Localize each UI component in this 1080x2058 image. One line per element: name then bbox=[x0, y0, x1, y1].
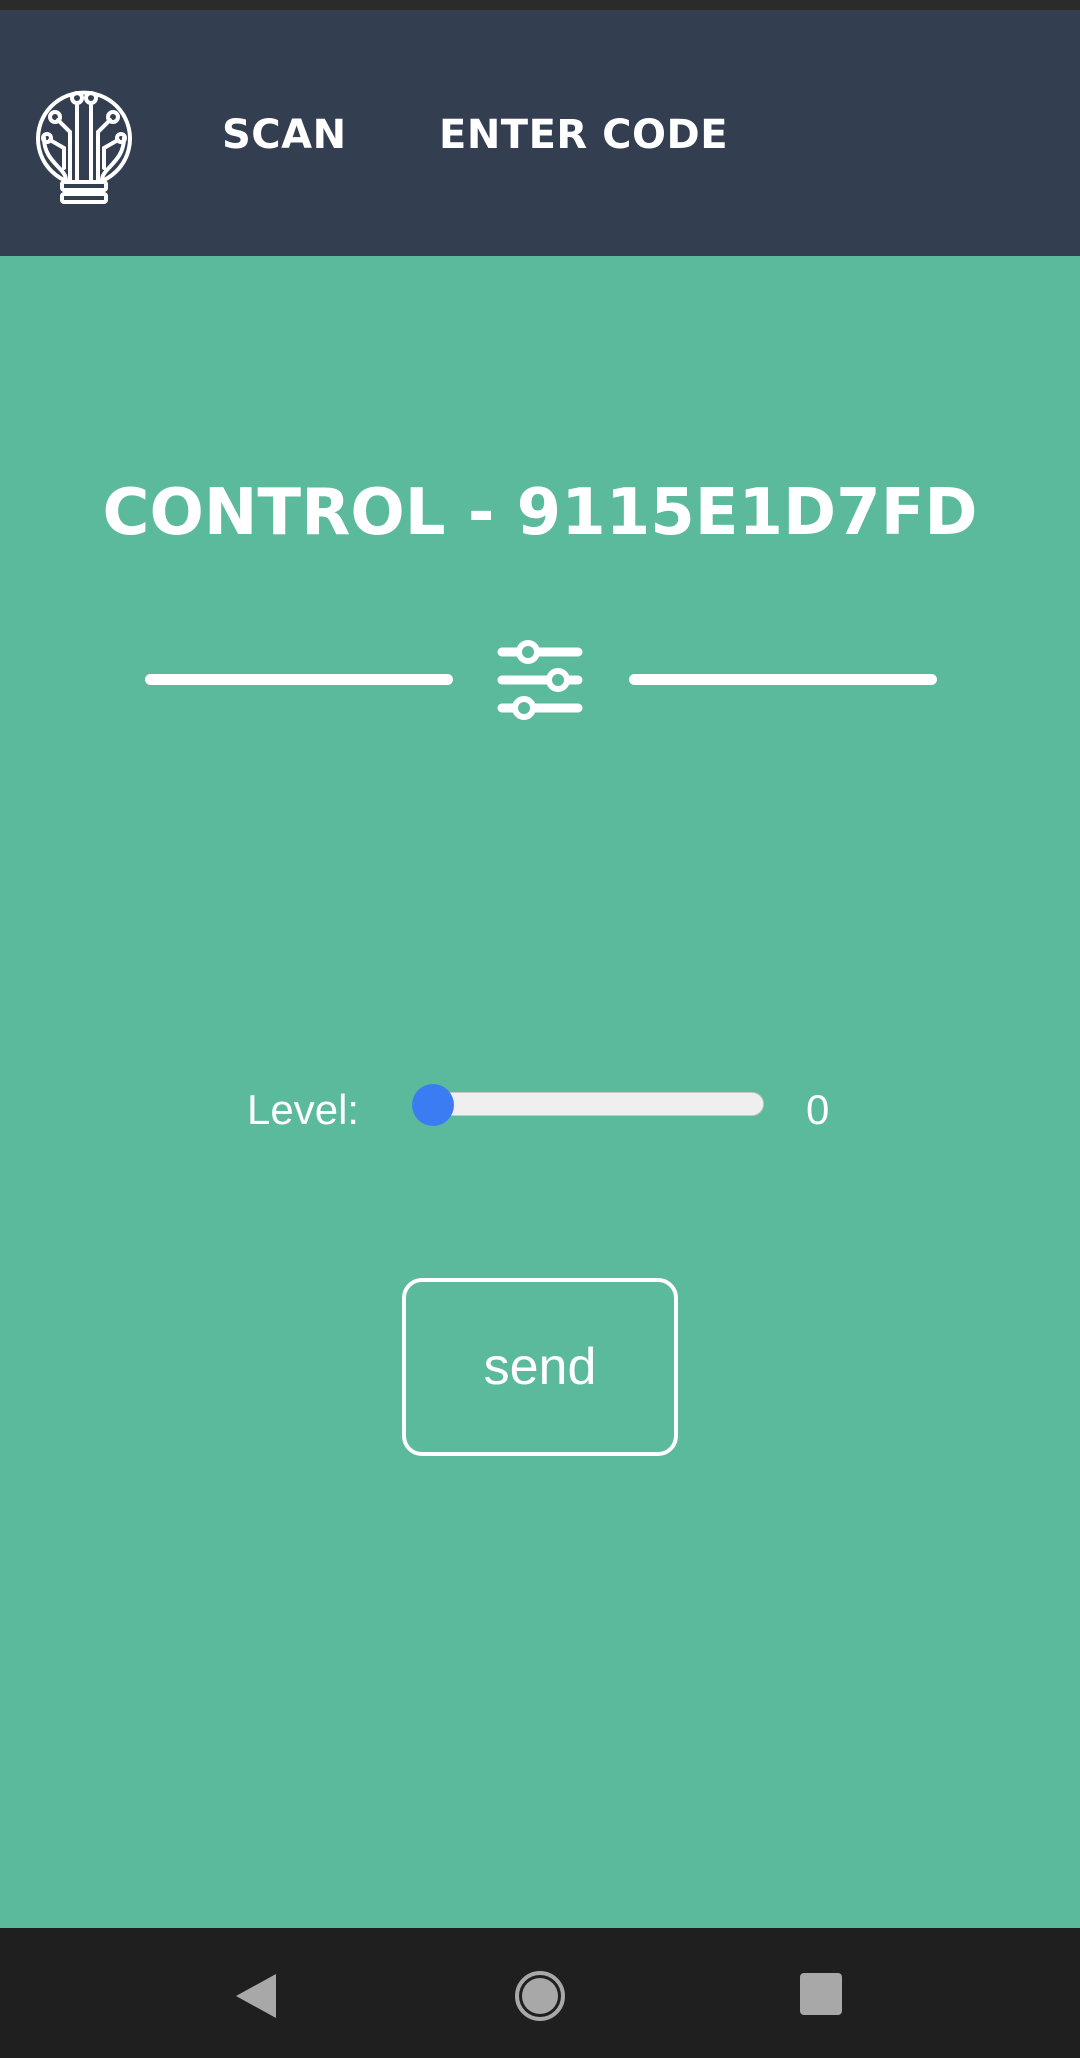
divider-right bbox=[629, 674, 937, 685]
nav-enter-code[interactable]: ENTER CODE bbox=[439, 112, 728, 158]
control-panel: CONTROL - 9115E1D7FD Level: 0 send bbox=[0, 256, 1080, 1928]
back-triangle-icon[interactable] bbox=[234, 1972, 278, 2020]
level-slider[interactable] bbox=[424, 1092, 764, 1116]
page-title: CONTROL - 9115E1D7FD bbox=[102, 476, 978, 550]
level-slider-thumb[interactable] bbox=[412, 1084, 454, 1126]
level-value: 0 bbox=[806, 1086, 830, 1133]
nav-scan[interactable]: SCAN bbox=[222, 112, 347, 158]
system-nav-bar bbox=[0, 1928, 1080, 2058]
sliders-icon bbox=[497, 640, 583, 720]
send-button[interactable]: send bbox=[402, 1278, 678, 1456]
level-label: Level: bbox=[247, 1086, 360, 1133]
app-header: SCAN ENTER CODE bbox=[0, 10, 1080, 256]
status-bar bbox=[0, 0, 1080, 10]
lightbulb-circuit-icon[interactable] bbox=[34, 68, 134, 208]
divider-left bbox=[145, 674, 453, 685]
home-circle-icon[interactable] bbox=[514, 1970, 566, 2022]
recent-square-icon[interactable] bbox=[800, 1973, 842, 2015]
